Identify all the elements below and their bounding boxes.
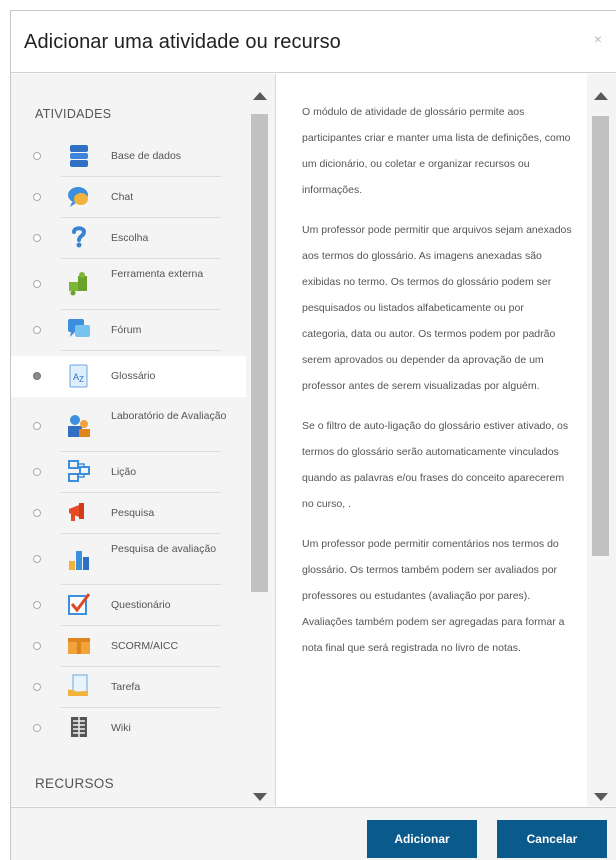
list-item-pesquisa-de-avaliacao[interactable]: Pesquisa de avaliação — [11, 534, 246, 585]
description-paragraph: Um professor pode permitir que arquivos … — [302, 224, 572, 392]
right-scrollbar[interactable] — [587, 74, 616, 806]
add-button[interactable]: Adicionar — [367, 820, 477, 858]
list-item-tarefa[interactable]: Tarefa — [11, 667, 246, 708]
item-label: Pesquisa — [111, 507, 155, 519]
list-item-forum[interactable]: Fórum — [11, 310, 246, 351]
scroll-thumb[interactable] — [592, 116, 609, 556]
chat-icon — [68, 187, 88, 207]
radio-button[interactable] — [33, 642, 41, 650]
list-item-scorm-aicc[interactable]: SCORM/AICC — [11, 626, 246, 667]
megaphone-icon — [69, 503, 84, 521]
list-item-laboratorio-de-avaliacao[interactable]: Laboratório de Avaliação — [11, 401, 246, 452]
glossary-icon: A Z — [69, 364, 88, 388]
item-label: Pesquisa de avaliação — [111, 543, 217, 555]
item-label: Laboratório de Avaliação — [111, 410, 227, 422]
radio-button[interactable] — [33, 509, 41, 517]
close-icon[interactable]: × — [594, 31, 602, 47]
section-heading-activities: ATIVIDADES — [35, 107, 112, 121]
item-label: Tarefa — [111, 681, 141, 693]
radio-button[interactable] — [33, 724, 41, 732]
quiz-check-icon — [68, 593, 91, 615]
item-label: Base de dados — [111, 150, 182, 162]
radio-button[interactable] — [33, 601, 41, 609]
item-label: Fórum — [111, 324, 142, 336]
dialog-footer: Adicionar Cancelar — [11, 807, 616, 860]
list-item-base-de-dados[interactable]: Base de dados — [11, 136, 246, 177]
item-label: Wiki — [111, 722, 131, 734]
module-list: ATIVIDADES Base de dados Chat Escolha Fe… — [11, 74, 246, 806]
item-label: Questionário — [111, 599, 171, 611]
forum-icon — [68, 319, 90, 337]
database-icon — [70, 145, 88, 167]
item-label: Glossário — [111, 370, 156, 382]
list-item-escolha[interactable]: Escolha — [11, 218, 246, 259]
workshop-icon — [68, 415, 90, 437]
item-label: Lição — [111, 466, 137, 478]
radio-button[interactable] — [33, 234, 41, 242]
radio-button[interactable] — [33, 683, 41, 691]
package-icon — [68, 638, 90, 654]
activity-chooser-dialog: Adicionar uma atividade ou recurso × ATI… — [10, 10, 616, 860]
left-scrollbar[interactable] — [246, 74, 276, 806]
list-item-pesquisa[interactable]: Pesquisa — [11, 493, 246, 534]
description-paragraph: Um professor pode permitir comentários n… — [302, 538, 565, 654]
dialog-header: Adicionar uma atividade ou recurso × — [11, 11, 616, 73]
scroll-down-arrow-icon[interactable] — [594, 793, 608, 801]
scroll-thumb[interactable] — [251, 114, 268, 592]
radio-button[interactable] — [33, 280, 41, 288]
wiki-icon — [71, 717, 87, 737]
radio-button[interactable] — [33, 555, 41, 563]
bar-chart-icon — [69, 551, 89, 570]
scroll-down-arrow-icon[interactable] — [253, 793, 267, 801]
radio-button[interactable] — [33, 326, 41, 334]
item-label: Chat — [111, 191, 134, 203]
svg-text:Z: Z — [79, 375, 84, 384]
item-label: Escolha — [111, 232, 149, 244]
puzzle-icon — [69, 272, 87, 296]
list-item-chat[interactable]: Chat — [11, 177, 246, 218]
description-paragraph: O módulo de atividade de glossário permi… — [302, 106, 571, 196]
list-item-glossario[interactable]: A Z Glossário — [11, 356, 246, 397]
radio-button-selected[interactable] — [33, 372, 41, 380]
lesson-icon — [68, 460, 90, 482]
list-item-wiki[interactable]: Wiki — [11, 708, 246, 749]
radio-button[interactable] — [33, 422, 41, 430]
scroll-up-arrow-icon[interactable] — [253, 92, 267, 100]
cancel-button[interactable]: Cancelar — [497, 820, 607, 858]
scroll-up-arrow-icon[interactable] — [594, 92, 608, 100]
list-item-ferramenta-externa[interactable]: Ferramenta externa — [11, 259, 246, 310]
dialog-title: Adicionar uma atividade ou recurso — [24, 31, 341, 53]
radio-button[interactable] — [33, 152, 41, 160]
description-paragraph: Se o filtro de auto-ligação do glossário… — [302, 420, 569, 510]
assignment-icon — [68, 674, 88, 696]
question-icon — [72, 226, 87, 248]
section-heading-resources: RECURSOS — [35, 776, 114, 791]
item-label: SCORM/AICC — [111, 640, 179, 652]
radio-button[interactable] — [33, 193, 41, 201]
list-item-licao[interactable]: Lição — [11, 452, 246, 493]
radio-button[interactable] — [33, 468, 41, 476]
list-item-questionario[interactable]: Questionário — [11, 585, 246, 626]
description-panel: O módulo de atividade de glossário permi… — [279, 74, 587, 806]
item-label: Ferramenta externa — [111, 268, 204, 280]
